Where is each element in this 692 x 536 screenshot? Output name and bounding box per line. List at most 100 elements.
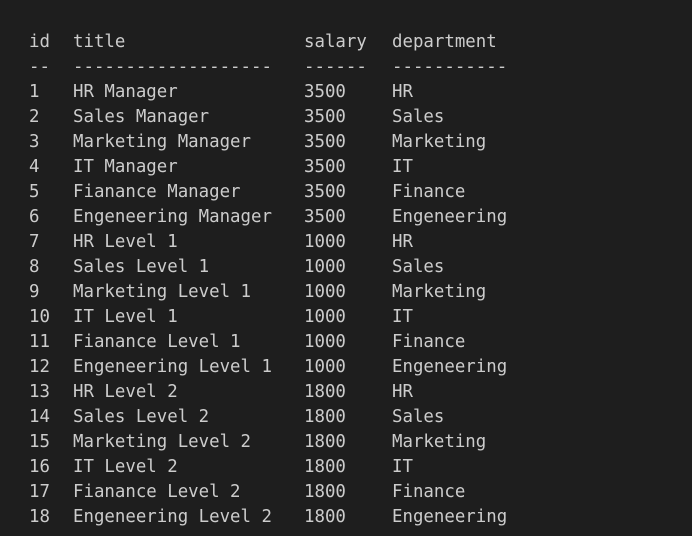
cell-department: IT	[392, 307, 413, 327]
cell-department: Marketing	[392, 132, 487, 152]
cell-salary: 1000	[304, 282, 346, 302]
cell-salary: 3500	[304, 157, 346, 177]
cell-salary: 3500	[304, 82, 346, 102]
cell-department: HR	[392, 232, 413, 252]
cell-id: 5	[29, 182, 40, 202]
header-title: title	[73, 32, 126, 52]
cell-title: IT Manager	[73, 157, 178, 177]
cell-id: 4	[29, 157, 40, 177]
cell-department: HR	[392, 382, 413, 402]
cell-title: IT Level 2	[73, 457, 178, 477]
cell-salary: 1000	[304, 307, 346, 327]
cell-title: HR Level 2	[73, 382, 178, 402]
cell-salary: 3500	[304, 107, 346, 127]
cell-salary: 1000	[304, 357, 346, 377]
cell-title: Engeneering Level 2	[73, 507, 272, 527]
cell-salary: 1800	[304, 507, 346, 527]
cell-salary: 1800	[304, 482, 346, 502]
cell-salary: 1800	[304, 407, 346, 427]
cell-department: Finance	[392, 332, 466, 352]
cell-id: 17	[29, 482, 50, 502]
cell-title: Marketing Manager	[73, 132, 251, 152]
table-row: 3 Marketing Manager 3500 Marketing	[29, 130, 689, 155]
cell-id: 9	[29, 282, 40, 302]
table-row: 17 Fianance Level 2 1800 Finance	[29, 480, 689, 505]
cell-title: HR Manager	[73, 82, 178, 102]
cell-id: 14	[29, 407, 50, 427]
cell-department: Sales	[392, 407, 445, 427]
table-row: 18 Engeneering Level 2 1800 Engeneering	[29, 505, 689, 530]
cell-id: 11	[29, 332, 50, 352]
table-row: 9 Marketing Level 1 1000 Marketing	[29, 280, 689, 305]
cell-salary: 1000	[304, 257, 346, 277]
table-row: 11 Fianance Level 1 1000 Finance	[29, 330, 689, 355]
cell-id: 1	[29, 82, 40, 102]
cell-title: HR Level 1	[73, 232, 178, 252]
cell-id: 10	[29, 307, 50, 327]
cell-department: Engeneering	[392, 207, 508, 227]
separator-title: -------------------	[73, 57, 272, 77]
table-row: 14 Sales Level 2 1800 Sales	[29, 405, 689, 430]
cell-salary: 1800	[304, 382, 346, 402]
cell-title: Sales Manager	[73, 107, 210, 127]
header-id: id	[29, 32, 50, 52]
cell-salary: 3500	[304, 207, 346, 227]
cell-title: IT Level 1	[73, 307, 178, 327]
table-row: 4 IT Manager 3500 IT	[29, 155, 689, 180]
table-row: 8 Sales Level 1 1000 Sales	[29, 255, 689, 280]
cell-title: Engeneering Level 1	[73, 357, 272, 377]
cell-id: 13	[29, 382, 50, 402]
terminal-output: id title salary department -- ----------…	[29, 30, 689, 530]
separator-id: --	[29, 57, 50, 77]
cell-salary: 1000	[304, 332, 346, 352]
cell-department: HR	[392, 82, 413, 102]
table-row: 15 Marketing Level 2 1800 Marketing	[29, 430, 689, 455]
cell-salary: 1000	[304, 232, 346, 252]
cell-department: IT	[392, 457, 413, 477]
header-department: department	[392, 32, 497, 52]
table-row: 16 IT Level 2 1800 IT	[29, 455, 689, 480]
cell-title: Sales Level 1	[73, 257, 210, 277]
table-header-row: id title salary department	[29, 30, 689, 55]
table-row: 10 IT Level 1 1000 IT	[29, 305, 689, 330]
table-row: 2 Sales Manager 3500 Sales	[29, 105, 689, 130]
header-salary: salary	[304, 32, 367, 52]
cell-department: IT	[392, 157, 413, 177]
cell-id: 6	[29, 207, 40, 227]
cell-title: Fianance Manager	[73, 182, 241, 202]
cell-title: Engeneering Manager	[73, 207, 272, 227]
cell-title: Fianance Level 2	[73, 482, 241, 502]
cell-salary: 3500	[304, 132, 346, 152]
cell-id: 3	[29, 132, 40, 152]
cell-id: 12	[29, 357, 50, 377]
cell-salary: 1800	[304, 457, 346, 477]
cell-department: Sales	[392, 257, 445, 277]
cell-department: Marketing	[392, 282, 487, 302]
cell-title: Fianance Level 1	[73, 332, 241, 352]
cell-title: Marketing Level 2	[73, 432, 251, 452]
table-row: 7 HR Level 1 1000 HR	[29, 230, 689, 255]
cell-id: 8	[29, 257, 40, 277]
cell-id: 15	[29, 432, 50, 452]
table-row: 5 Fianance Manager 3500 Finance	[29, 180, 689, 205]
cell-id: 2	[29, 107, 40, 127]
table-separator-row: -- ------------------- ------ ----------…	[29, 55, 689, 80]
cell-department: Engeneering	[392, 357, 508, 377]
cell-id: 18	[29, 507, 50, 527]
cell-department: Sales	[392, 107, 445, 127]
cell-department: Marketing	[392, 432, 487, 452]
cell-salary: 1800	[304, 432, 346, 452]
table-row: 13 HR Level 2 1800 HR	[29, 380, 689, 405]
table-body: 1 HR Manager 3500 HR 2 Sales Manager 3500 Sales…	[29, 80, 689, 530]
table-row: 12 Engeneering Level 1 1000 Engeneering	[29, 355, 689, 380]
table-row: 1 HR Manager 3500 HR	[29, 80, 689, 105]
cell-department: Engeneering	[392, 507, 508, 527]
cell-id: 16	[29, 457, 50, 477]
cell-title: Sales Level 2	[73, 407, 210, 427]
separator-department: -----------	[392, 57, 508, 77]
separator-salary: ------	[304, 57, 367, 77]
table-row: 6 Engeneering Manager 3500 Engeneering	[29, 205, 689, 230]
cell-id: 7	[29, 232, 40, 252]
cell-department: Finance	[392, 182, 466, 202]
cell-title: Marketing Level 1	[73, 282, 251, 302]
